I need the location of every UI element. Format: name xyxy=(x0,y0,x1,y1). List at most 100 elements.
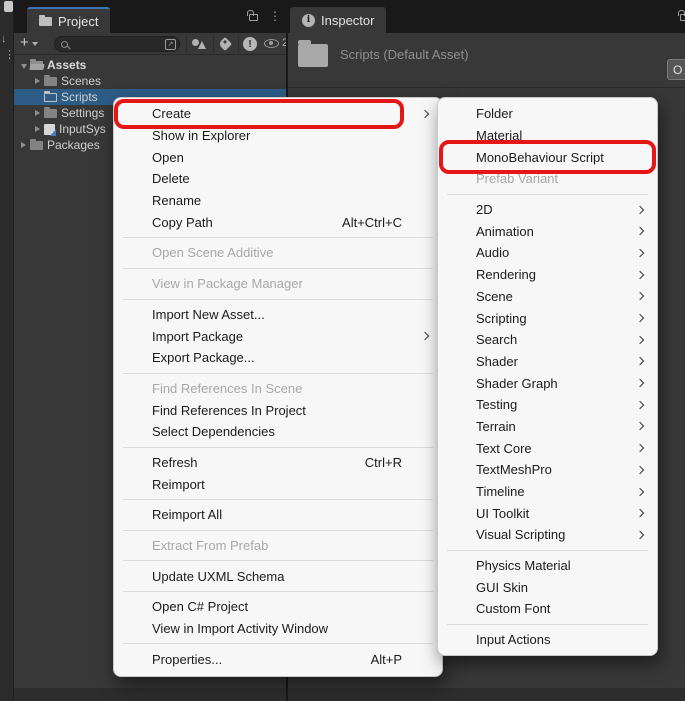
menu-item-shader[interactable]: Shader xyxy=(438,351,657,373)
submenu-chevron-icon xyxy=(636,292,644,300)
menu-item-search[interactable]: Search xyxy=(438,329,657,351)
menu-item-label: 2D xyxy=(476,202,493,217)
menu-item-scripting[interactable]: Scripting xyxy=(438,307,657,329)
menu-item-ui-toolkit[interactable]: UI Toolkit xyxy=(438,502,657,524)
menu-separator xyxy=(447,550,648,551)
menu-item-custom-font[interactable]: Custom Font xyxy=(438,598,657,620)
menu-item-export-package[interactable]: Export Package... xyxy=(114,347,442,369)
menu-item-shortcut: Ctrl+R xyxy=(365,455,428,470)
toolbar-divider xyxy=(186,35,187,53)
window-chip-icon xyxy=(4,1,13,12)
menu-item-open[interactable]: Open xyxy=(114,146,442,168)
menu-item-label: Prefab Variant xyxy=(476,171,558,186)
menu-item-label: Shader xyxy=(476,354,518,369)
kebab-menu-icon[interactable]: ⋮ xyxy=(4,48,15,61)
tab-inspector[interactable]: i Inspector xyxy=(290,7,386,33)
inspector-header: Scripts (Default Asset) O xyxy=(288,33,685,88)
type-filter-icon[interactable] xyxy=(192,37,206,50)
menu-item-find-references-in-project[interactable]: Find References In Project xyxy=(114,399,442,421)
submenu-chevron-icon xyxy=(636,487,644,495)
menu-item-timeline[interactable]: Timeline xyxy=(438,481,657,503)
menu-item-label: TextMeshPro xyxy=(476,462,552,477)
open-button[interactable]: O xyxy=(667,59,685,80)
menu-item-material[interactable]: Material xyxy=(438,125,657,147)
menu-item-open-c-project[interactable]: Open C# Project xyxy=(114,596,442,618)
jump-to-search-icon[interactable]: ↗ xyxy=(165,39,176,50)
menu-item-label: Terrain xyxy=(476,419,516,434)
expander-closed-icon[interactable] xyxy=(31,78,44,84)
menu-item-testing[interactable]: Testing xyxy=(438,394,657,416)
menu-item-rename[interactable]: Rename xyxy=(114,190,442,212)
submenu-chevron-icon xyxy=(636,205,644,213)
menu-item-rendering[interactable]: Rendering xyxy=(438,264,657,286)
menu-item-copy-path[interactable]: Copy PathAlt+Ctrl+C xyxy=(114,211,442,233)
input-asset-icon xyxy=(44,124,55,135)
menu-item-folder[interactable]: Folder xyxy=(438,103,657,125)
menu-item-visual-scripting[interactable]: Visual Scripting xyxy=(438,524,657,546)
menu-item-monobehaviour-script[interactable]: MonoBehaviour Script xyxy=(438,146,657,168)
menu-item-scene[interactable]: Scene xyxy=(438,286,657,308)
folder-icon xyxy=(44,77,57,86)
menu-item-shader-graph[interactable]: Shader Graph xyxy=(438,372,657,394)
menu-item-select-dependencies[interactable]: Select Dependencies xyxy=(114,421,442,443)
expander-closed-icon[interactable] xyxy=(31,126,44,132)
menu-item-textmeshpro[interactable]: TextMeshPro xyxy=(438,459,657,481)
expander-closed-icon[interactable] xyxy=(17,142,30,148)
menu-separator xyxy=(123,447,433,448)
search-input[interactable]: ↗ xyxy=(54,36,180,52)
menu-item-animation[interactable]: Animation xyxy=(438,220,657,242)
alert-icon[interactable]: ! xyxy=(243,37,257,51)
submenu-chevron-icon xyxy=(636,249,644,257)
menu-item-reimport[interactable]: Reimport xyxy=(114,473,442,495)
menu-item-import-package[interactable]: Import Package xyxy=(114,325,442,347)
menu-item-label: Text Core xyxy=(476,441,532,456)
tree-item-scenes[interactable]: Scenes xyxy=(14,73,286,89)
tab-project[interactable]: Project xyxy=(27,7,110,33)
label-filter-icon[interactable] xyxy=(218,37,232,51)
eye-icon xyxy=(264,39,279,48)
menu-item-delete[interactable]: Delete xyxy=(114,168,442,190)
menu-item-show-in-explorer[interactable]: Show in Explorer xyxy=(114,125,442,147)
menu-item-refresh[interactable]: RefreshCtrl+R xyxy=(114,452,442,474)
menu-item-label: Scripting xyxy=(476,311,527,326)
lock-open-icon[interactable] xyxy=(249,14,258,21)
menu-item-terrain[interactable]: Terrain xyxy=(438,416,657,438)
expander-open-icon[interactable] xyxy=(17,62,30,69)
menu-item-gui-skin[interactable]: GUI Skin xyxy=(438,576,657,598)
menu-item-import-new-asset[interactable]: Import New Asset... xyxy=(114,304,442,326)
menu-item-create[interactable]: Create xyxy=(114,103,442,125)
tree-item-assets[interactable]: Assets xyxy=(14,57,286,73)
folder-icon xyxy=(30,141,43,150)
expander-closed-icon[interactable] xyxy=(31,110,44,116)
menu-separator xyxy=(123,499,433,500)
menu-item-update-uxml-schema[interactable]: Update UXML Schema xyxy=(114,565,442,587)
menu-item-label: Visual Scripting xyxy=(476,527,565,542)
submenu-chevron-icon xyxy=(421,110,429,118)
chevron-down-icon xyxy=(32,42,38,46)
submenu-chevron-icon xyxy=(421,332,429,340)
menu-item-physics-material[interactable]: Physics Material xyxy=(438,555,657,577)
context-menu: Create Show in Explorer OpenDeleteRenameCo… xyxy=(113,97,443,677)
tree-item-label: Scenes xyxy=(61,74,101,88)
submenu-chevron-icon xyxy=(636,379,644,387)
down-arrow-icon[interactable]: ↓ xyxy=(1,33,7,45)
menu-item-label: Show in Explorer xyxy=(152,128,250,143)
search-icon xyxy=(61,41,68,48)
menu-item-input-actions[interactable]: Input Actions xyxy=(438,629,657,651)
kebab-menu-icon[interactable]: ⋮ xyxy=(269,10,281,23)
lock-open-icon[interactable] xyxy=(680,14,685,21)
menu-item-text-core[interactable]: Text Core xyxy=(438,437,657,459)
menu-item-label: Physics Material xyxy=(476,558,571,573)
menu-item-audio[interactable]: Audio xyxy=(438,242,657,264)
menu-item-label: Rendering xyxy=(476,267,536,282)
menu-item-2d[interactable]: 2D xyxy=(438,199,657,221)
menu-item-find-references-in-scene: Find References In Scene xyxy=(114,378,442,400)
tree-item-label: Scripts xyxy=(61,90,98,104)
create-plus-button[interactable]: + xyxy=(20,34,38,51)
menu-item-properties[interactable]: Properties...Alt+P xyxy=(114,648,442,670)
tree-item-label: Settings xyxy=(61,106,104,120)
menu-separator xyxy=(123,560,433,561)
menu-item-reimport-all[interactable]: Reimport All xyxy=(114,504,442,526)
menu-item-label: Select Dependencies xyxy=(152,424,275,439)
menu-item-view-in-import-activity-window[interactable]: View in Import Activity Window xyxy=(114,618,442,640)
